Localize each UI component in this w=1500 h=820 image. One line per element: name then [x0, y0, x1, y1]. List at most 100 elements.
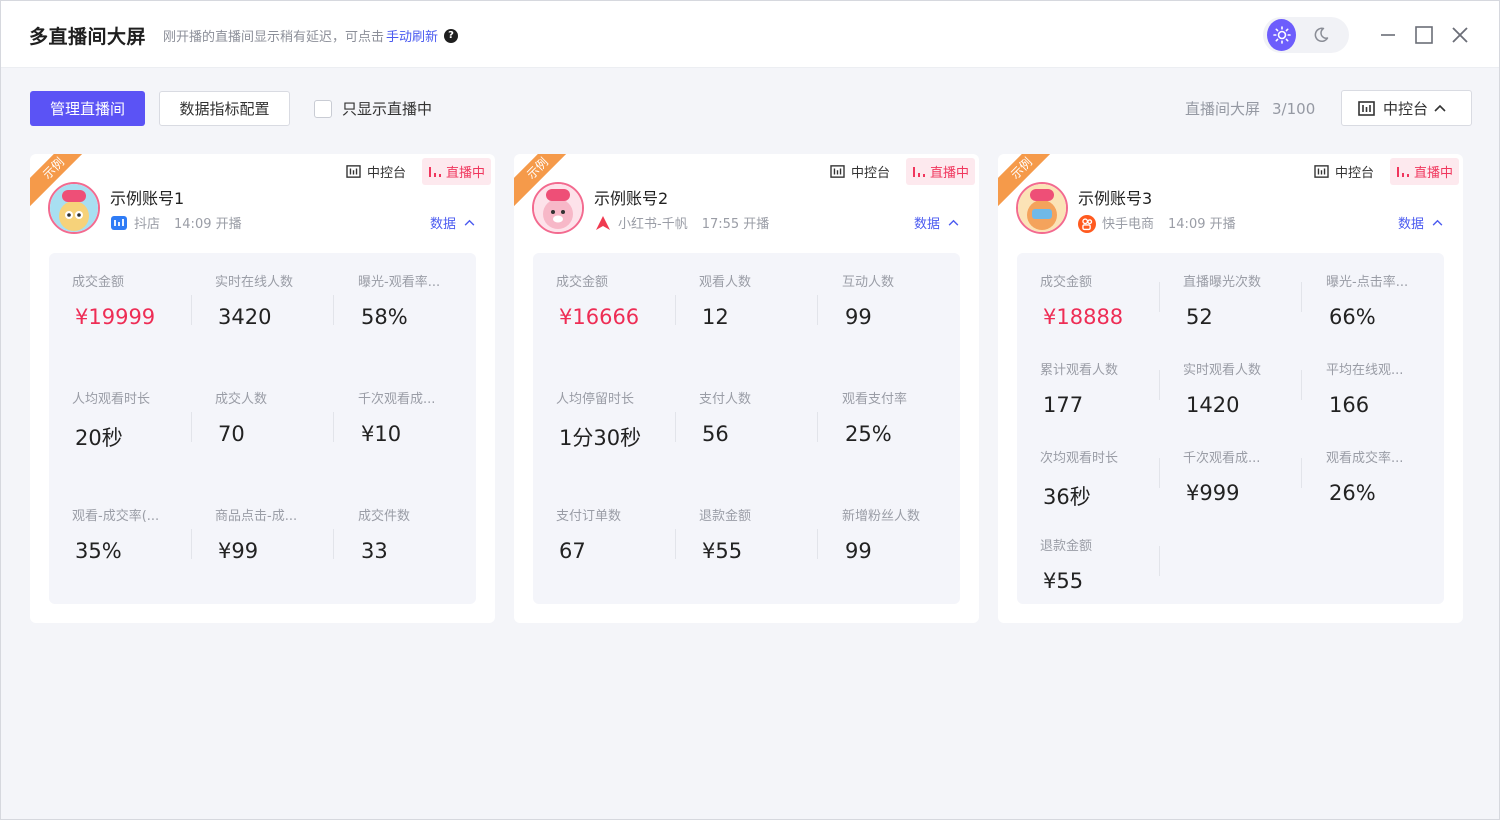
metric-item: 次均观看时长 36秒: [1040, 451, 1119, 509]
window-controls: [1376, 23, 1484, 47]
metric-item: 支付人数 56: [699, 392, 752, 446]
start-time: 17:55 开播: [701, 217, 770, 232]
chevron-up-icon: [1432, 219, 1443, 226]
metric-item: 支付订单数 67: [556, 509, 622, 563]
account-name: 示例账号3: [1078, 189, 1153, 208]
metric-item: 互动人数 99: [842, 275, 895, 329]
divider: [333, 412, 334, 442]
maximize-icon: [1415, 26, 1433, 44]
metric-item: 千次观看成... ¥10: [358, 392, 436, 446]
close-button[interactable]: [1448, 23, 1472, 47]
divider: [675, 529, 676, 559]
chevron-up-icon: [464, 219, 475, 226]
card-console-link[interactable]: 中控台: [1314, 162, 1374, 181]
metric-item: 成交人数 70: [215, 392, 268, 446]
live-bars-icon: [912, 166, 925, 177]
account-meta: 抖店 14:09 开播: [110, 213, 242, 232]
live-room-card: 示例 中控台 直播中 示例账号1 抖店 14:09 开播 数据 成交金额 ¥19…: [30, 154, 495, 623]
card-tags: 中控台 直播中: [1314, 158, 1459, 185]
divider: [1159, 282, 1160, 312]
console-tag-label: 中控台: [850, 166, 890, 181]
card-tags: 中控台 直播中: [830, 158, 975, 185]
console-dropdown-label: 中控台: [1383, 99, 1429, 118]
only-live-checkbox[interactable]: [314, 99, 332, 118]
metric-item: 商品点击-成... ¥99: [215, 509, 298, 563]
console-dropdown[interactable]: 中控台: [1341, 90, 1472, 126]
metric-item: 观看成交率... 26%: [1326, 451, 1404, 505]
metric-item: 退款金额 ¥55: [699, 509, 752, 563]
doudian-icon: [110, 214, 128, 232]
metric-item: 新增粉丝人数 99: [842, 509, 921, 563]
divider: [333, 529, 334, 559]
data-toggle-button[interactable]: 数据: [914, 213, 959, 232]
kuaishou-icon: [1078, 214, 1096, 233]
metric-item: 观看支付率 25%: [842, 392, 908, 446]
metric-item: 人均观看时长 20秒: [72, 392, 151, 450]
metric-item: 成交金额 ¥16666: [556, 275, 640, 329]
console-tag-label: 中控台: [366, 166, 406, 181]
account-name: 示例账号1: [110, 189, 185, 208]
xiaohongshu-qianfan-icon: [594, 214, 612, 232]
account-meta: 小红书-千帆 17:55 开播: [594, 213, 769, 232]
platform-name: 抖店: [134, 217, 161, 232]
platform-name: 小红书-千帆: [618, 217, 688, 232]
divider: [333, 295, 334, 325]
console-icon: [346, 165, 361, 178]
divider: [817, 295, 818, 325]
app-window: 多直播间大屏 刚开播的直播间显示稍有延迟，可点击 手动刷新 ? 管理直播间 数据…: [0, 0, 1500, 820]
hint-text: 刚开播的直播间显示稍有延迟，可点击: [163, 30, 385, 45]
metric-item: 成交件数 33: [358, 509, 411, 563]
data-toggle-label: 数据: [913, 217, 940, 232]
metric-item: 观看人数 12: [699, 275, 752, 329]
data-toggle-button[interactable]: 数据: [430, 213, 475, 232]
metric-item: 人均停留时长 1分30秒: [556, 392, 642, 450]
start-time: 14:09 开播: [1168, 217, 1236, 232]
metric-item: 平均在线观... 166: [1326, 363, 1404, 417]
metric-item: 退款金额 ¥55: [1040, 539, 1093, 593]
light-theme-button[interactable]: [1267, 19, 1296, 51]
metric-item: 曝光-点击率... 66%: [1326, 275, 1409, 329]
screen-count: 直播间大屏 3/100: [1185, 98, 1315, 119]
avatar: [1016, 182, 1068, 234]
card-tags: 中控台 直播中: [346, 158, 491, 185]
maximize-button[interactable]: [1412, 23, 1436, 47]
divider: [817, 412, 818, 442]
console-icon: [1314, 165, 1329, 178]
refresh-hint: 刚开播的直播间显示稍有延迟，可点击 手动刷新 ?: [163, 26, 459, 45]
data-toggle-label: 数据: [1397, 217, 1424, 232]
minimize-button[interactable]: [1376, 23, 1400, 47]
metric-item: 实时观看人数 1420: [1183, 363, 1262, 417]
metric-item: 观看-成交率(... 35%: [72, 509, 160, 563]
divider: [817, 529, 818, 559]
data-toggle-label: 数据: [429, 217, 456, 232]
live-room-card: 示例 中控台 直播中 示例账号3 快手电商 14:09 开播 数据 成交金额 ¥…: [998, 154, 1463, 623]
console-icon: [1358, 100, 1375, 116]
divider: [1159, 370, 1160, 400]
dark-theme-button[interactable]: [1306, 19, 1335, 51]
platform-name: 快手电商: [1102, 217, 1155, 232]
metric-item: 成交金额 ¥19999: [72, 275, 156, 329]
divider: [191, 529, 192, 559]
divider: [191, 295, 192, 325]
metric-config-button[interactable]: 数据指标配置: [159, 91, 290, 126]
close-icon: [1452, 27, 1468, 43]
metric-item: 成交金额 ¥18888: [1040, 275, 1124, 329]
divider: [675, 295, 676, 325]
live-status-label: 直播中: [929, 166, 969, 181]
manage-rooms-button[interactable]: 管理直播间: [30, 91, 145, 126]
help-icon[interactable]: ?: [444, 28, 459, 43]
metric-item: 千次观看成... ¥999: [1183, 451, 1261, 505]
live-status-label: 直播中: [445, 166, 485, 181]
metrics-panel: 成交金额 ¥18888 直播曝光次数 52 曝光-点击率... 66% 累计观看人数 1…: [1017, 253, 1444, 604]
avatar: [532, 182, 584, 234]
only-live-filter[interactable]: 只显示直播中: [314, 98, 432, 119]
live-bars-icon: [1396, 166, 1409, 177]
card-console-link[interactable]: 中控台: [830, 162, 890, 181]
card-console-link[interactable]: 中控台: [346, 162, 406, 181]
live-room-card: 示例 中控台 直播中 示例账号2 小红书-千帆 17:55 开播 数据 成交金额…: [514, 154, 979, 623]
divider: [1159, 458, 1160, 488]
manual-refresh-link[interactable]: 手动刷新: [386, 26, 438, 45]
theme-toggle[interactable]: [1263, 17, 1349, 53]
console-tag-label: 中控台: [1334, 166, 1374, 181]
data-toggle-button[interactable]: 数据: [1398, 213, 1443, 232]
